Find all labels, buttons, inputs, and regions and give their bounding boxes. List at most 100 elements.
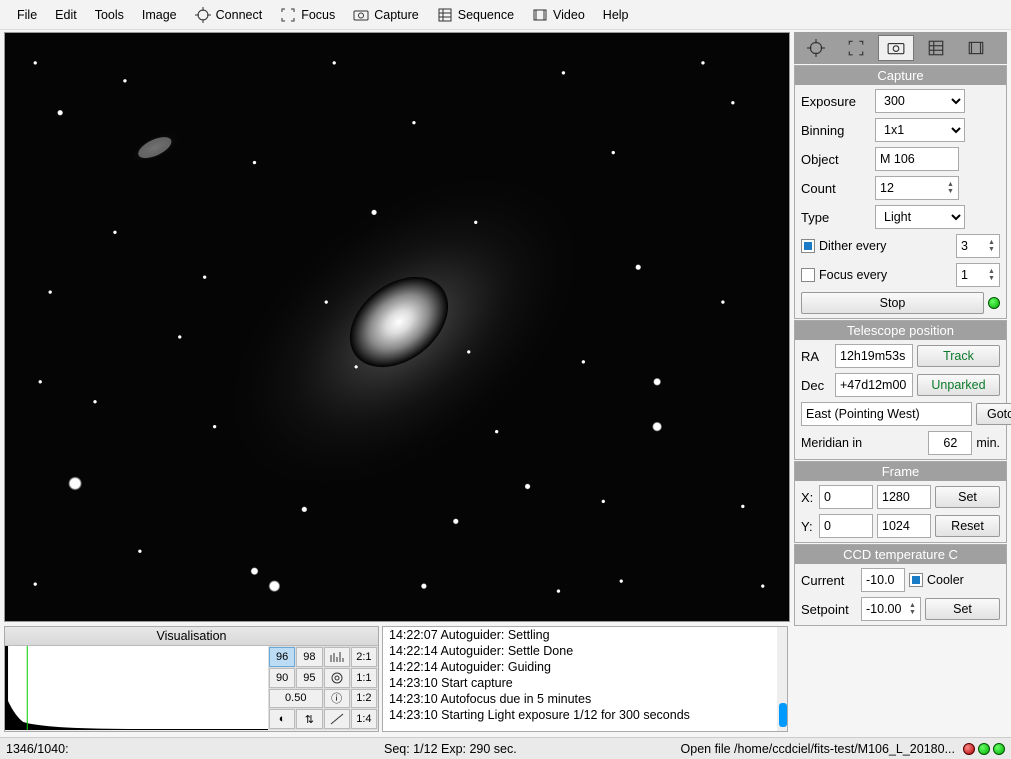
w-input[interactable] <box>877 485 931 509</box>
setpoint-set-button[interactable]: Set <box>925 598 1000 620</box>
status-indicators <box>963 743 1005 755</box>
type-label: Type <box>801 210 871 225</box>
object-input[interactable] <box>875 147 959 171</box>
menu-video[interactable]: Video <box>523 3 594 27</box>
exposure-select[interactable]: 300 <box>875 89 965 113</box>
log-line: 14:23:10 Starting Light exposure 1/12 fo… <box>383 707 787 723</box>
status-coords: 1346/1040: <box>6 742 376 756</box>
log-line: 14:23:10 Start capture <box>383 675 787 691</box>
menu-image[interactable]: Image <box>133 4 186 26</box>
x-input[interactable] <box>819 485 873 509</box>
binning-label: Binning <box>801 123 871 138</box>
tab-video[interactable] <box>958 35 994 61</box>
goto-button[interactable]: Goto <box>976 403 1011 425</box>
frame-section: Frame X: Set Y: Reset <box>794 461 1007 543</box>
tab-connect[interactable] <box>798 35 834 61</box>
current-input <box>861 568 905 592</box>
menu-connect[interactable]: Connect <box>186 3 272 27</box>
btn-1-4[interactable]: 1:4 <box>351 709 377 729</box>
ccd-section: CCD temperature C Current Cooler Setpoin… <box>794 544 1007 626</box>
image-display[interactable] <box>4 32 790 622</box>
h-input[interactable] <box>877 514 931 538</box>
ra-input[interactable] <box>835 344 913 368</box>
btn-2-1[interactable]: 2:1 <box>351 647 377 667</box>
menu-tools[interactable]: Tools <box>86 4 133 26</box>
ccd-title: CCD temperature C <box>795 545 1006 564</box>
meridian-label: Meridian in <box>801 436 924 450</box>
log-scrollbar[interactable] <box>777 627 787 731</box>
btn-90[interactable]: 90 <box>269 668 295 688</box>
type-select[interactable]: Light <box>875 205 965 229</box>
cooler-checkbox[interactable] <box>909 573 923 587</box>
invert-icon[interactable]: ◐ <box>269 709 295 729</box>
unparked-button[interactable]: Unparked <box>917 374 1000 396</box>
status-dot-green-1 <box>978 743 990 755</box>
count-label: Count <box>801 181 871 196</box>
cooler-label: Cooler <box>927 573 964 587</box>
slope-icon[interactable] <box>324 709 350 729</box>
corners-icon <box>280 7 296 23</box>
btn-96[interactable]: 96 <box>269 647 295 667</box>
focus-label: Focus every <box>819 268 952 282</box>
capture-status-icon <box>988 297 1000 309</box>
target-icon <box>195 7 211 23</box>
frame-reset-button[interactable]: Reset <box>935 515 1000 537</box>
y-label: Y: <box>801 519 815 534</box>
menu-focus[interactable]: Focus <box>271 3 344 27</box>
menu-capture[interactable]: Capture <box>344 3 427 27</box>
setpoint-label: Setpoint <box>801 602 857 617</box>
log-line: 14:23:10 Autofocus due in 5 minutes <box>383 691 787 707</box>
btn-98[interactable]: 98 <box>296 647 322 667</box>
y-input[interactable] <box>819 514 873 538</box>
frame-set-button[interactable]: Set <box>935 486 1000 508</box>
menu-edit[interactable]: Edit <box>46 4 86 26</box>
dec-label: Dec <box>801 378 831 393</box>
histogram-display[interactable] <box>5 646 268 730</box>
list-icon <box>437 7 453 23</box>
focus-checkbox[interactable] <box>801 268 815 282</box>
tab-focus[interactable] <box>838 35 874 61</box>
stop-button[interactable]: Stop <box>801 292 984 314</box>
menu-file[interactable]: File <box>8 4 46 26</box>
frame-title: Frame <box>795 462 1006 481</box>
btn-95[interactable]: 95 <box>296 668 322 688</box>
film-icon <box>532 7 548 23</box>
menu-sequence[interactable]: Sequence <box>428 3 523 27</box>
statusbar: 1346/1040: Seq: 1/12 Exp: 290 sec. Open … <box>0 737 1011 759</box>
bullseye-icon[interactable] <box>324 668 350 688</box>
btn-1-2[interactable]: 1:2 <box>351 689 377 709</box>
binning-select[interactable]: 1x1 <box>875 118 965 142</box>
visualisation-buttons: 96 98 2:1 90 95 1:1 0.50 ⓘ 1:2 ◐ ⇅ 1:4 <box>268 646 378 730</box>
object-label: Object <box>801 152 871 167</box>
pier-input[interactable] <box>801 402 972 426</box>
tab-sequence[interactable] <box>918 35 954 61</box>
visualisation-title: Visualisation <box>5 627 378 646</box>
current-label: Current <box>801 573 857 588</box>
status-seq: Seq: 1/12 Exp: 290 sec. <box>384 742 517 756</box>
histogram-icon[interactable] <box>324 647 350 667</box>
status-dot-red <box>963 743 975 755</box>
status-dot-green-2 <box>993 743 1005 755</box>
menu-help[interactable]: Help <box>594 4 638 26</box>
gamma-value[interactable]: 0.50 <box>269 689 323 709</box>
dec-input[interactable] <box>835 373 913 397</box>
capture-section: Capture Exposure 300 Binning 1x1 Object … <box>794 65 1007 319</box>
log-line: 14:22:14 Autoguider: Guiding <box>383 659 787 675</box>
menubar: File Edit Tools Image Connect Focus Capt… <box>0 0 1011 30</box>
tab-capture[interactable] <box>878 35 914 61</box>
visualisation-panel: Visualisation 96 98 2:1 90 95 1:1 0.50 ⓘ… <box>4 626 379 732</box>
log-line: 14:22:07 Autoguider: Settling <box>383 627 787 643</box>
dither-checkbox[interactable] <box>801 239 815 253</box>
flip-icon[interactable]: ⇅ <box>296 709 322 729</box>
log-panel[interactable]: 14:22:07 Autoguider: Settling 14:22:14 A… <box>382 626 788 732</box>
telescope-section: Telescope position RA Track Dec Unparked… <box>794 320 1007 460</box>
btn-1-1[interactable]: 1:1 <box>351 668 377 688</box>
dither-label: Dither every <box>819 239 952 253</box>
track-button[interactable]: Track <box>917 345 1000 367</box>
camera-icon <box>353 7 369 23</box>
x-label: X: <box>801 490 815 505</box>
meridian-input[interactable] <box>928 431 972 455</box>
info-icon[interactable]: ⓘ <box>324 689 350 709</box>
side-panel: Capture Exposure 300 Binning 1x1 Object … <box>794 32 1007 729</box>
capture-title: Capture <box>795 66 1006 85</box>
